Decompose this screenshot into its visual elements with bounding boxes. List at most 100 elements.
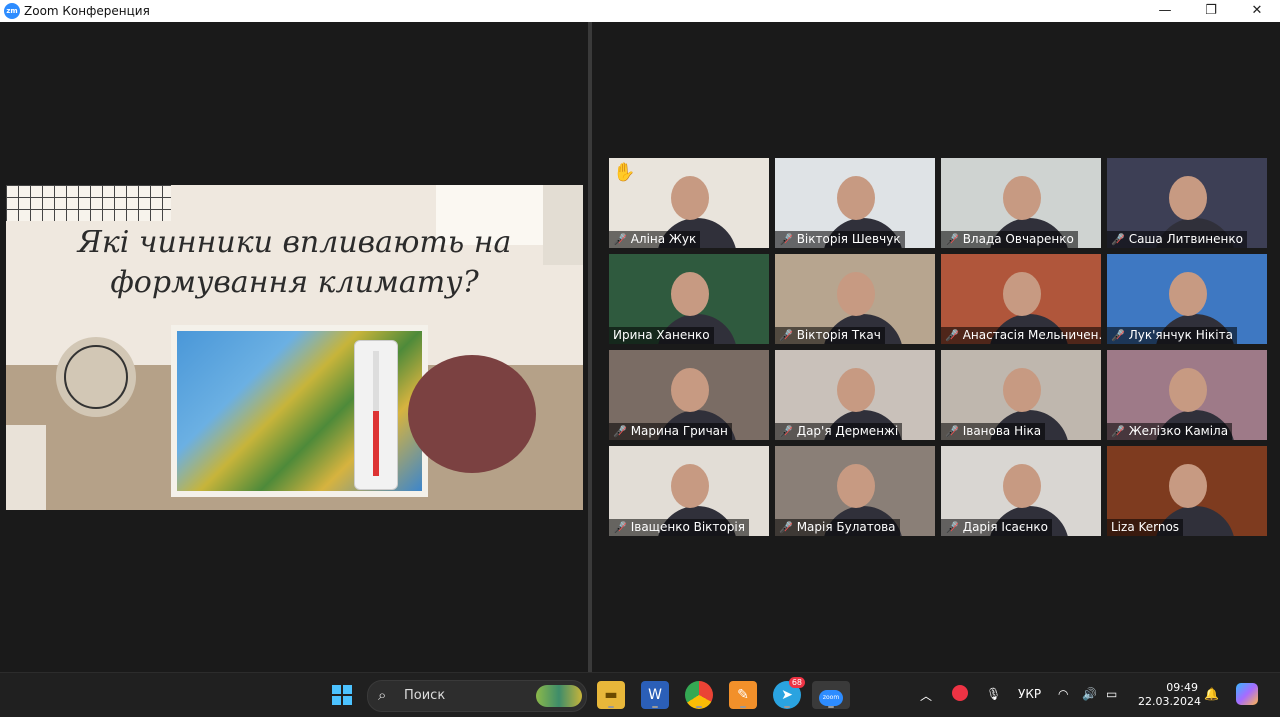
participant-name: Анастасія Мельничен...: [962, 328, 1101, 342]
participant-face: [837, 368, 875, 412]
participant-face: [671, 368, 709, 412]
slide-question-line2: формування климату?: [110, 265, 479, 300]
taskbar-search-box[interactable]: ⌕ Поиск: [367, 680, 587, 712]
zoom-app-icon: zm: [4, 3, 20, 19]
search-highlight-image: [536, 685, 582, 707]
battery-icon[interactable]: ▭: [1106, 687, 1117, 701]
participant-tile[interactable]: Liza Kernos: [1107, 446, 1267, 536]
clock-time: 09:49: [1166, 681, 1198, 694]
muted-mic-icon: 🎤̸: [1111, 329, 1125, 342]
clock-date: 22.03.2024: [1138, 695, 1201, 708]
wifi-icon[interactable]: ◠: [1058, 687, 1068, 701]
participant-name: Саша Литвиненко: [1128, 232, 1243, 246]
participant-name: Влада Овчаренко: [962, 232, 1074, 246]
chrome-icon[interactable]: [685, 681, 713, 709]
participant-name: Лук'янчук Нікіта: [1128, 328, 1233, 342]
participant-tile[interactable]: 🎤̸ Марина Гричан: [609, 350, 769, 440]
grid-paper-decoration: [6, 185, 171, 221]
participant-tile[interactable]: 🎤̸ Дарія Ісаєнко: [941, 446, 1101, 536]
maroon-circle-decoration: [408, 355, 536, 473]
notes-app-icon[interactable]: ✎: [729, 681, 757, 709]
participant-name: Марія Булатова: [796, 520, 896, 534]
participant-face: [837, 176, 875, 220]
muted-mic-icon: 🎤̸: [779, 233, 793, 246]
participant-name: Іванова Ніка: [962, 424, 1042, 438]
telegram-unread-badge: 68: [788, 677, 805, 688]
language-indicator[interactable]: УКР: [1018, 687, 1041, 701]
participant-name: Желізко Каміла: [1128, 424, 1229, 438]
windows-start-icon[interactable]: [328, 681, 356, 709]
close-button[interactable]: ✕: [1234, 0, 1280, 22]
copilot-icon[interactable]: [1236, 683, 1258, 705]
volume-icon[interactable]: 🔊: [1082, 687, 1097, 701]
telegram-icon[interactable]: ➤ 68: [773, 677, 805, 709]
participant-face: [671, 272, 709, 316]
participant-name-label: 🎤̸ Вікторія Ткач: [775, 327, 885, 344]
participant-tile[interactable]: 🎤̸ Саша Литвиненко: [1107, 158, 1267, 248]
participant-name-label: Liza Kernos: [1107, 519, 1184, 536]
zoom-taskbar-icon[interactable]: zoom: [812, 681, 850, 709]
participant-name: Вікторія Шевчук: [796, 232, 901, 246]
participant-name-label: 🎤̸ Влада Овчаренко: [941, 231, 1078, 248]
participant-tile[interactable]: Ирина Ханенко: [609, 254, 769, 344]
participant-name-label: 🎤̸ Анастасія Мельничен...: [941, 327, 1101, 344]
participant-name-label: 🎤̸ Іванова Ніка: [941, 423, 1046, 440]
window-titlebar: zm Zoom Конференция — ❐ ✕: [0, 0, 1280, 22]
maximize-button[interactable]: ❐: [1188, 0, 1234, 22]
participant-tile[interactable]: ✋ 🎤̸ Аліна Жук: [609, 158, 769, 248]
participant-face: [1003, 368, 1041, 412]
minimize-button[interactable]: —: [1142, 0, 1188, 22]
participant-face: [671, 176, 709, 220]
muted-mic-icon: 🎤̸: [945, 233, 959, 246]
participant-face: [1169, 176, 1207, 220]
split-divider[interactable]: [588, 22, 592, 672]
participant-tile[interactable]: 🎤̸ Желізко Каміла: [1107, 350, 1267, 440]
slide-question-line1: Які чинники впливають на: [77, 225, 512, 260]
participant-face: [1169, 272, 1207, 316]
newspaper-decoration-left: [6, 425, 46, 510]
participant-name: Іващенко Вікторія: [630, 520, 745, 534]
word-icon[interactable]: W: [641, 681, 669, 709]
muted-mic-icon: 🎤̸: [1111, 233, 1125, 246]
thermometer-image: [354, 340, 398, 490]
participant-name-label: 🎤̸ Вікторія Шевчук: [775, 231, 905, 248]
muted-mic-icon: 🎤̸: [1111, 425, 1125, 438]
muted-mic-icon: 🎤̸: [613, 425, 627, 438]
muted-mic-icon: 🎤̸: [613, 233, 627, 246]
windows-taskbar: ⌕ Поиск ▬ W ✎ ➤ 68 zoom ︿ 🎙 УКР ◠ 🔊 ▭ 09:…: [0, 672, 1280, 717]
tray-app-icon[interactable]: [952, 685, 968, 701]
participant-face: [1003, 272, 1041, 316]
participant-face: [837, 464, 875, 508]
file-explorer-icon[interactable]: ▬: [597, 681, 625, 709]
participant-name: Аліна Жук: [630, 232, 697, 246]
participant-tile[interactable]: 🎤̸ Вікторія Ткач: [775, 254, 935, 344]
participant-name: Liza Kernos: [1111, 520, 1180, 534]
notification-bell-icon[interactable]: 🔔: [1204, 687, 1219, 701]
participant-tile[interactable]: 🎤̸ Марія Булатова: [775, 446, 935, 536]
participant-tile[interactable]: 🎤̸ Вікторія Шевчук: [775, 158, 935, 248]
participant-face: [1169, 464, 1207, 508]
participant-face: [1169, 368, 1207, 412]
participant-face: [1003, 464, 1041, 508]
participant-name: Ирина Ханенко: [613, 328, 710, 342]
participant-tile[interactable]: 🎤̸ Лук'янчук Нікіта: [1107, 254, 1267, 344]
participant-name-label: 🎤̸ Дарія Ісаєнко: [941, 519, 1052, 536]
muted-mic-icon: 🎤̸: [945, 425, 959, 438]
participant-name-label: Ирина Ханенко: [609, 327, 714, 344]
participant-tile[interactable]: 🎤̸ Анастасія Мельничен...: [941, 254, 1101, 344]
participant-name-label: 🎤̸ Марина Гричан: [609, 423, 732, 440]
muted-mic-icon: 🎤̸: [945, 521, 959, 534]
muted-mic-icon: 🎤̸: [779, 521, 793, 534]
participant-name: Марина Гричан: [630, 424, 728, 438]
participant-tile[interactable]: 🎤̸ Влада Овчаренко: [941, 158, 1101, 248]
participant-name-label: 🎤̸ Лук'янчук Нікіта: [1107, 327, 1237, 344]
participant-tile[interactable]: 🎤̸ Іванова Ніка: [941, 350, 1101, 440]
postmark-stamp-icon: [56, 337, 136, 417]
system-clock[interactable]: 09:49 22.03.2024: [1138, 681, 1201, 709]
participant-face: [671, 464, 709, 508]
microphone-icon[interactable]: 🎙: [986, 687, 1001, 701]
participant-tile[interactable]: 🎤̸ Іващенко Вікторія: [609, 446, 769, 536]
chevron-up-icon[interactable]: ︿: [920, 687, 932, 704]
muted-mic-icon: 🎤̸: [779, 425, 793, 438]
participant-tile[interactable]: 🎤̸ Дар'я Дерменжі: [775, 350, 935, 440]
